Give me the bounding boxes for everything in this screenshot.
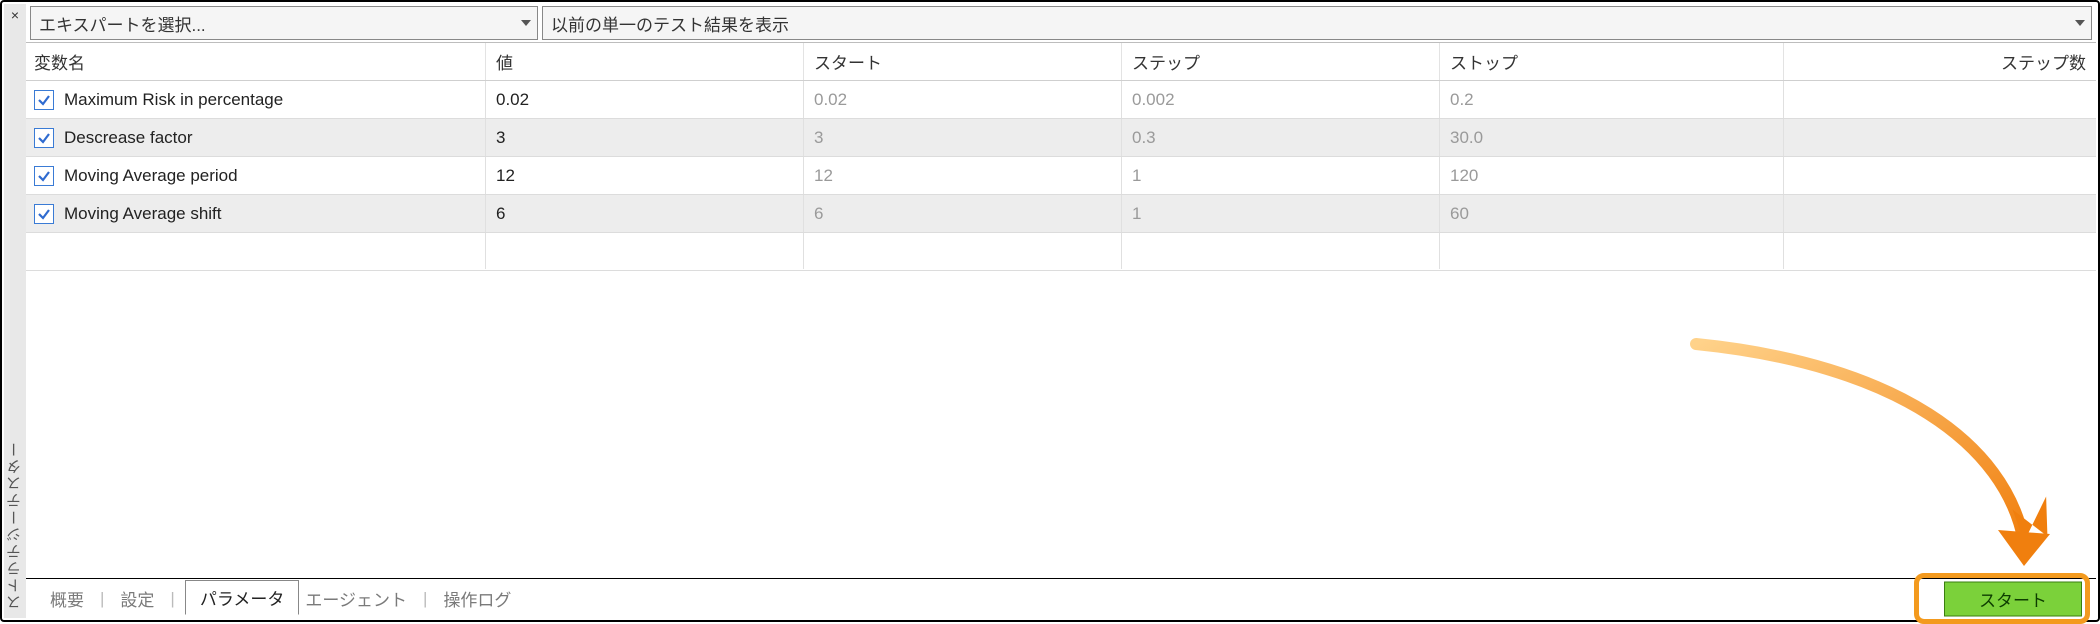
param-step[interactable]: 0.3 xyxy=(1122,119,1440,156)
tab-separator: | xyxy=(90,589,114,609)
check-icon xyxy=(37,93,51,107)
table-row: Moving Average shift 6 6 1 60 xyxy=(26,195,2096,233)
param-count xyxy=(1784,81,2096,118)
param-step[interactable]: 1 xyxy=(1122,195,1440,232)
param-name: Moving Average period xyxy=(64,166,238,186)
previous-results-label: 以前の単一のテスト結果を表示 xyxy=(551,11,789,36)
col-header-start[interactable]: スタート xyxy=(804,43,1122,80)
close-icon[interactable]: × xyxy=(4,7,26,23)
param-stop[interactable]: 60 xyxy=(1440,195,1784,232)
tab-separator: | xyxy=(413,589,437,609)
col-header-count[interactable]: ステップ数 xyxy=(1784,43,2096,80)
param-name: Descrease factor xyxy=(64,128,193,148)
tab-separator: | xyxy=(160,589,184,609)
check-icon xyxy=(37,207,51,221)
param-stop[interactable]: 30.0 xyxy=(1440,119,1784,156)
param-value[interactable]: 0.02 xyxy=(486,81,804,118)
col-header-step[interactable]: ステップ xyxy=(1122,43,1440,80)
row-checkbox[interactable] xyxy=(34,128,54,148)
tab-overview[interactable]: 概要 xyxy=(44,582,90,615)
strategy-tester-panel: × ストラテジーテスター エキスパートを選択... 以前の単一のテスト結果を表示… xyxy=(0,0,2100,622)
param-name: Maximum Risk in percentage xyxy=(64,90,283,110)
panel-gutter: × ストラテジーテスター xyxy=(4,4,26,618)
param-name: Moving Average shift xyxy=(64,204,222,224)
annotation-arrow-icon xyxy=(1636,334,2056,594)
tab-log[interactable]: 操作ログ xyxy=(437,582,517,615)
param-count xyxy=(1784,157,2096,194)
col-header-stop[interactable]: ストップ xyxy=(1440,43,1784,80)
row-checkbox[interactable] xyxy=(34,204,54,224)
table-row: Moving Average period 12 12 1 120 xyxy=(26,157,2096,195)
param-step[interactable]: 1 xyxy=(1122,157,1440,194)
col-header-value[interactable]: 値 xyxy=(486,43,804,80)
row-checkbox[interactable] xyxy=(34,90,54,110)
param-start[interactable]: 0.02 xyxy=(804,81,1122,118)
table-row: Descrease factor 3 3 0.3 30.0 xyxy=(26,119,2096,157)
param-step[interactable]: 0.002 xyxy=(1122,81,1440,118)
parameters-table: 変数名 値 スタート ステップ ストップ ステップ数 Maximum Risk … xyxy=(26,42,2096,271)
param-stop[interactable]: 120 xyxy=(1440,157,1784,194)
tab-settings[interactable]: 設定 xyxy=(114,582,160,615)
expert-select-dropdown[interactable]: エキスパートを選択... xyxy=(30,6,538,40)
row-checkbox[interactable] xyxy=(34,166,54,186)
previous-results-dropdown[interactable]: 以前の単一のテスト結果を表示 xyxy=(542,6,2092,40)
panel-content: エキスパートを選択... 以前の単一のテスト結果を表示 変数名 値 スタート ス… xyxy=(26,4,2096,618)
param-start[interactable]: 12 xyxy=(804,157,1122,194)
chevron-down-icon xyxy=(2075,20,2085,26)
param-stop[interactable]: 0.2 xyxy=(1440,81,1784,118)
bottom-tab-strip: 概要 | 設定 | パラメータ エージェント | 操作ログ スタート xyxy=(26,578,2096,618)
col-header-name[interactable]: 変数名 xyxy=(26,43,486,80)
param-start[interactable]: 6 xyxy=(804,195,1122,232)
table-header-row: 変数名 値 スタート ステップ ストップ ステップ数 xyxy=(26,43,2096,81)
param-value[interactable]: 12 xyxy=(486,157,804,194)
param-start[interactable]: 3 xyxy=(804,119,1122,156)
top-dropdown-row: エキスパートを選択... 以前の単一のテスト結果を表示 xyxy=(26,4,2096,40)
start-button[interactable]: スタート xyxy=(1944,581,2082,616)
chevron-down-icon xyxy=(521,20,531,26)
expert-select-placeholder: エキスパートを選択... xyxy=(39,11,206,36)
param-count xyxy=(1784,195,2096,232)
param-value[interactable]: 3 xyxy=(486,119,804,156)
check-icon xyxy=(37,131,51,145)
table-row-empty xyxy=(26,233,2096,271)
param-count xyxy=(1784,119,2096,156)
panel-title-vertical: ストラテジーテスター xyxy=(4,440,26,610)
tab-agents[interactable]: エージェント xyxy=(299,582,413,615)
check-icon xyxy=(37,169,51,183)
param-value[interactable]: 6 xyxy=(486,195,804,232)
tab-parameters[interactable]: パラメータ xyxy=(185,580,300,615)
table-row: Maximum Risk in percentage 0.02 0.02 0.0… xyxy=(26,81,2096,119)
